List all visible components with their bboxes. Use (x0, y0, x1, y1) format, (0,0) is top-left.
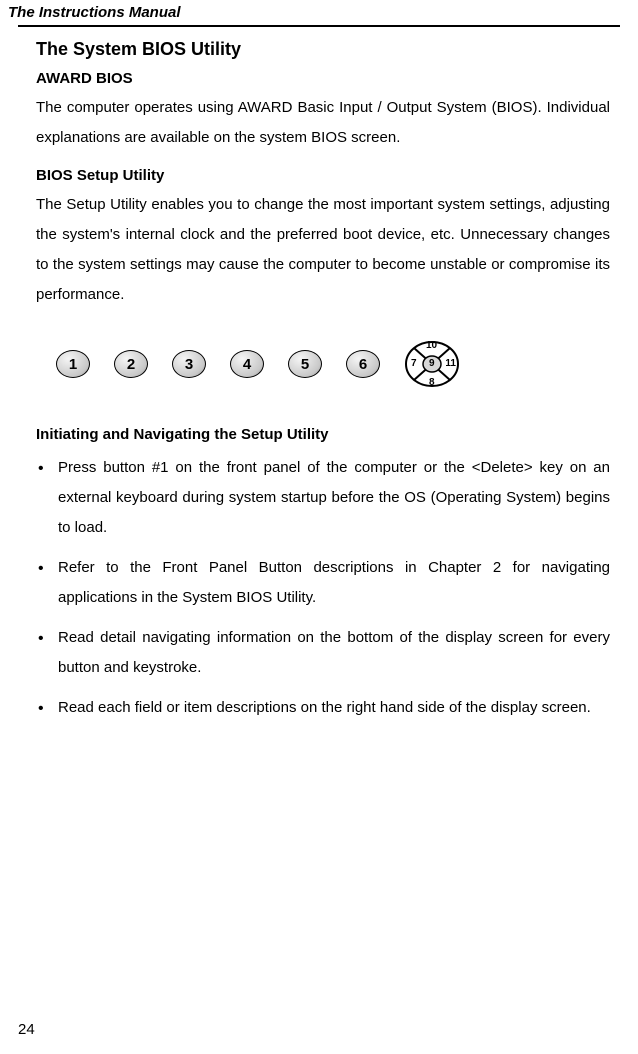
instruction-item: Read detail navigating information on th… (36, 623, 610, 683)
dpad-control: 10 11 8 7 9 (404, 336, 460, 392)
panel-button-3: 3 (172, 350, 206, 378)
panel-button-1: 1 (56, 350, 90, 378)
header-divider (18, 25, 620, 27)
bios-setup-heading: BIOS Setup Utility (36, 167, 610, 184)
page-header: The Instructions Manual (0, 0, 638, 23)
dpad-center-label: 9 (429, 358, 435, 369)
instruction-item: Press button #1 on the front panel of th… (36, 453, 610, 543)
page-number: 24 (18, 1021, 35, 1038)
page-content: The System BIOS Utility AWARD BIOS The c… (0, 39, 638, 723)
panel-button-4: 4 (230, 350, 264, 378)
dpad-left-label: 7 (411, 358, 417, 369)
button-panel-diagram: 1 2 3 4 5 6 10 11 8 7 9 (56, 336, 610, 392)
panel-button-6: 6 (346, 350, 380, 378)
dpad-top-label: 10 (426, 340, 437, 351)
navigating-heading: Initiating and Navigating the Setup Util… (36, 426, 610, 443)
instruction-item: Refer to the Front Panel Button descript… (36, 553, 610, 613)
dpad-bottom-label: 8 (429, 377, 435, 388)
instruction-item: Read each field or item descriptions on … (36, 693, 610, 723)
panel-button-2: 2 (114, 350, 148, 378)
section-title: The System BIOS Utility (36, 39, 610, 60)
panel-button-5: 5 (288, 350, 322, 378)
award-bios-para: The computer operates using AWARD Basic … (36, 93, 610, 153)
award-bios-heading: AWARD BIOS (36, 70, 610, 87)
dpad-right-label: 11 (445, 358, 456, 369)
instruction-list: Press button #1 on the front panel of th… (36, 453, 610, 723)
bios-setup-para: The Setup Utility enables you to change … (36, 190, 610, 310)
